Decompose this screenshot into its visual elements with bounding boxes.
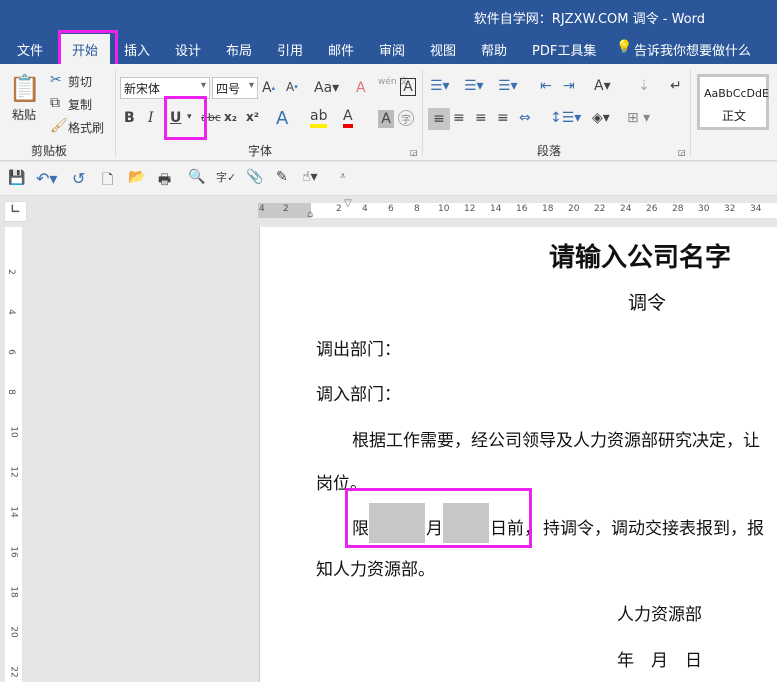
- first-line-indent-marker[interactable]: ▽: [344, 198, 352, 209]
- attach-icon[interactable]: 📎: [246, 169, 263, 185]
- justify-icon[interactable]: ≡: [497, 110, 509, 126]
- tab-selector[interactable]: ∟: [4, 201, 27, 222]
- borders-icon[interactable]: ⊞ ▾: [627, 110, 650, 126]
- title-bar: 软件自学网：RJZXW.COM 调令 - Word: [0, 0, 777, 34]
- bullets-icon[interactable]: ☰▾: [430, 78, 450, 94]
- highlight-underline: [164, 96, 207, 140]
- enclose-char-icon[interactable]: 字: [398, 110, 414, 126]
- touch-mode-icon[interactable]: ☝▾: [302, 169, 318, 185]
- print-preview-icon[interactable]: 🖶: [158, 169, 171, 193]
- tab-layout[interactable]: 布局: [226, 40, 252, 59]
- style-preview: AaBbCcDdE: [704, 87, 769, 100]
- spelling-icon[interactable]: 字✓: [216, 169, 236, 185]
- numbering-icon[interactable]: ☰▾: [464, 78, 484, 94]
- document-page[interactable]: 请输入公司名字 调令 调出部门： 调入部门： 根据工作需要，经公司领导及人力资源…: [259, 227, 777, 682]
- bold-button[interactable]: B: [124, 110, 135, 126]
- font-size-select[interactable]: 四号: [212, 77, 258, 99]
- tab-file[interactable]: 文件: [17, 40, 43, 59]
- decrease-indent-icon[interactable]: ⇤: [540, 78, 552, 94]
- show-marks-icon[interactable]: ↵: [670, 78, 682, 94]
- tab-insert[interactable]: 插入: [124, 40, 150, 59]
- increase-indent-icon[interactable]: ⇥: [563, 78, 575, 94]
- tab-design[interactable]: 设计: [175, 40, 201, 59]
- vertical-ruler[interactable]: 24 68 10 12 14 16 18 20 22: [5, 227, 22, 682]
- style-normal-label: 正文: [722, 109, 747, 123]
- quick-access-toolbar: 💾 ↶▾ ↺ 🗋 📂 🖶 🔍 字✓ 📎 ✎ ☝▾ ⩡: [0, 162, 777, 196]
- multilevel-list-icon[interactable]: ☰▾: [498, 78, 518, 94]
- copy-button[interactable]: 复制: [68, 96, 92, 113]
- align-left-icon[interactable]: ≡: [428, 108, 450, 130]
- save-icon[interactable]: 💾: [8, 170, 25, 186]
- distributed-icon[interactable]: ⇔: [519, 110, 531, 126]
- char-border-icon[interactable]: A: [400, 78, 416, 96]
- redo-icon[interactable]: ↺: [72, 169, 85, 188]
- paste-icon[interactable]: 📋: [9, 72, 41, 106]
- grow-font-icon[interactable]: A ▴: [262, 80, 275, 96]
- tab-pdf[interactable]: PDF工具集: [532, 40, 596, 59]
- shading-icon[interactable]: ◈▾: [592, 110, 610, 126]
- font-group-label: 字体: [248, 144, 273, 158]
- ribbon: 📋 粘贴 ✂ 剪切 ⧉ 复制 🖌 格式刷 剪贴板 新宋体 四号 A▴ A▾ Aa…: [0, 64, 777, 161]
- superscript-icon[interactable]: x²: [246, 110, 259, 124]
- new-document-icon[interactable]: 🗋: [102, 169, 113, 193]
- tab-view[interactable]: 视图: [430, 40, 456, 59]
- signature: 人力资源部: [617, 605, 702, 625]
- tab-references[interactable]: 引用: [277, 40, 303, 59]
- paragraph-2: 持调令，调动交接表报到，报: [543, 519, 764, 539]
- left-indent-marker[interactable]: ⌂: [307, 209, 313, 220]
- format-painter-button[interactable]: 格式刷: [68, 119, 104, 136]
- font-color-icon[interactable]: A: [343, 108, 353, 128]
- doc-subtitle: 调令: [628, 292, 667, 314]
- paragraph-dialog-launcher-icon[interactable]: ◲: [678, 148, 686, 157]
- horizontal-ruler[interactable]: 42 24 68 10 12 14 16 18 20 22 24 26 28 30 32 3…: [258, 198, 777, 220]
- font-dialog-launcher-icon[interactable]: ◲: [410, 148, 418, 157]
- highlight-date-blanks: [345, 488, 532, 548]
- undo-icon[interactable]: ↶▾: [36, 169, 57, 188]
- copy-icon: ⧉: [50, 95, 60, 111]
- tell-me-search[interactable]: 告诉我你想要做什么: [634, 40, 751, 59]
- clear-format-icon[interactable]: A: [356, 80, 366, 96]
- style-normal[interactable]: AaBbCcDdE 正文: [697, 74, 769, 130]
- tab-help[interactable]: 帮助: [481, 40, 507, 59]
- paragraph-group-label: 段落: [537, 144, 562, 158]
- highlight-color-icon[interactable]: ab: [310, 108, 328, 128]
- out-dept-label: 调出部门：: [316, 340, 401, 360]
- doc-title: 请输入公司名字: [549, 243, 732, 273]
- sort-icon[interactable]: ⇣: [638, 78, 650, 94]
- shrink-font-icon[interactable]: A ▾: [286, 80, 298, 94]
- text-effects-icon[interactable]: A: [276, 108, 288, 129]
- paragraph-1: 根据工作需要，经公司领导及人力资源部研究决定，让: [352, 431, 760, 451]
- format-painter-icon: 🖌: [50, 118, 68, 134]
- subscript-icon[interactable]: x₂: [224, 110, 237, 124]
- paste-button[interactable]: 粘贴: [12, 106, 36, 123]
- cut-icon: ✂: [50, 72, 62, 88]
- in-dept-label: 调入部门：: [316, 385, 401, 405]
- cut-button[interactable]: 剪切: [68, 73, 92, 90]
- customize-qat-icon[interactable]: ⩡: [340, 171, 346, 182]
- tab-mailings[interactable]: 邮件: [328, 40, 354, 59]
- date-line: 年 月 日: [617, 651, 702, 671]
- edit-icon[interactable]: ✎: [276, 169, 288, 185]
- align-center-icon[interactable]: ≡: [453, 110, 465, 126]
- window-title: 软件自学网：RJZXW.COM 调令 - Word: [473, 12, 705, 27]
- open-icon[interactable]: 📂: [128, 169, 145, 185]
- char-shading-icon[interactable]: A: [378, 110, 394, 128]
- chinese-layout-icon[interactable]: A▾: [594, 78, 611, 94]
- clipboard-group-label: 剪贴板: [31, 144, 68, 158]
- line-spacing-icon[interactable]: ↕☰▾: [550, 110, 581, 126]
- paragraph-2-cont: 知人力资源部。: [316, 560, 435, 580]
- align-right-icon[interactable]: ≡: [475, 110, 487, 126]
- change-case-icon[interactable]: Aa▾: [314, 80, 339, 96]
- find-icon[interactable]: 🔍: [188, 169, 205, 185]
- tell-me-icon: 💡: [616, 40, 633, 55]
- tab-review[interactable]: 审阅: [379, 40, 405, 59]
- italic-button[interactable]: I: [148, 110, 154, 126]
